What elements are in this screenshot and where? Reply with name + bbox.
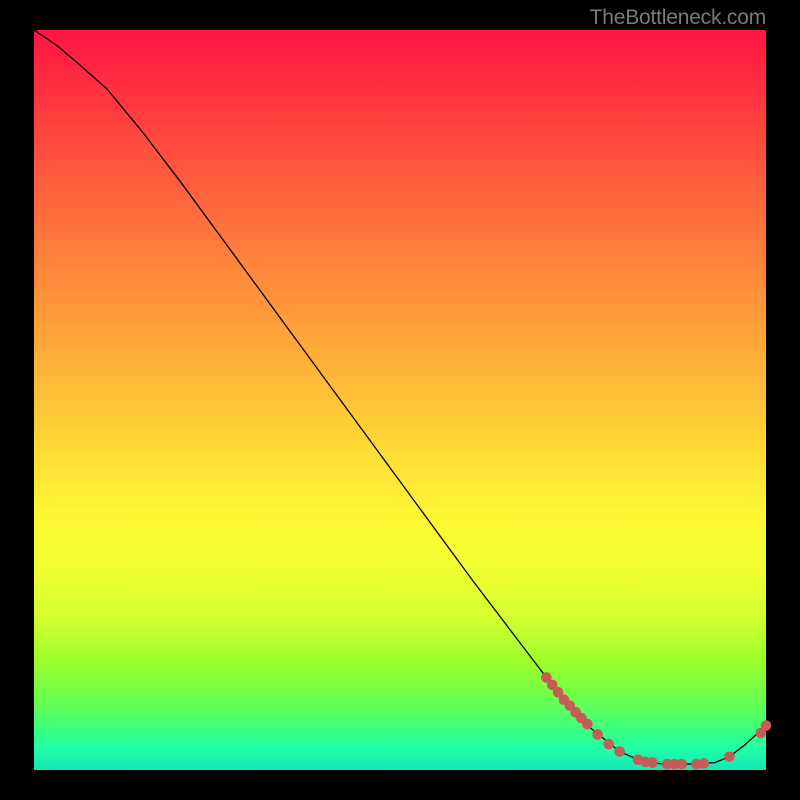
data-point (592, 729, 603, 740)
chart-container: TheBottleneck.com (0, 0, 800, 800)
data-point (677, 759, 688, 770)
data-point (761, 720, 772, 731)
chart-svg-overlay (34, 30, 766, 770)
data-point (603, 739, 614, 750)
curve-line (34, 30, 766, 764)
scatter-markers (541, 672, 771, 769)
data-point (614, 746, 625, 757)
data-point (582, 719, 593, 730)
watermark-text: TheBottleneck.com (590, 6, 766, 30)
data-point (724, 751, 735, 762)
data-point (647, 757, 658, 768)
data-point (698, 758, 709, 769)
